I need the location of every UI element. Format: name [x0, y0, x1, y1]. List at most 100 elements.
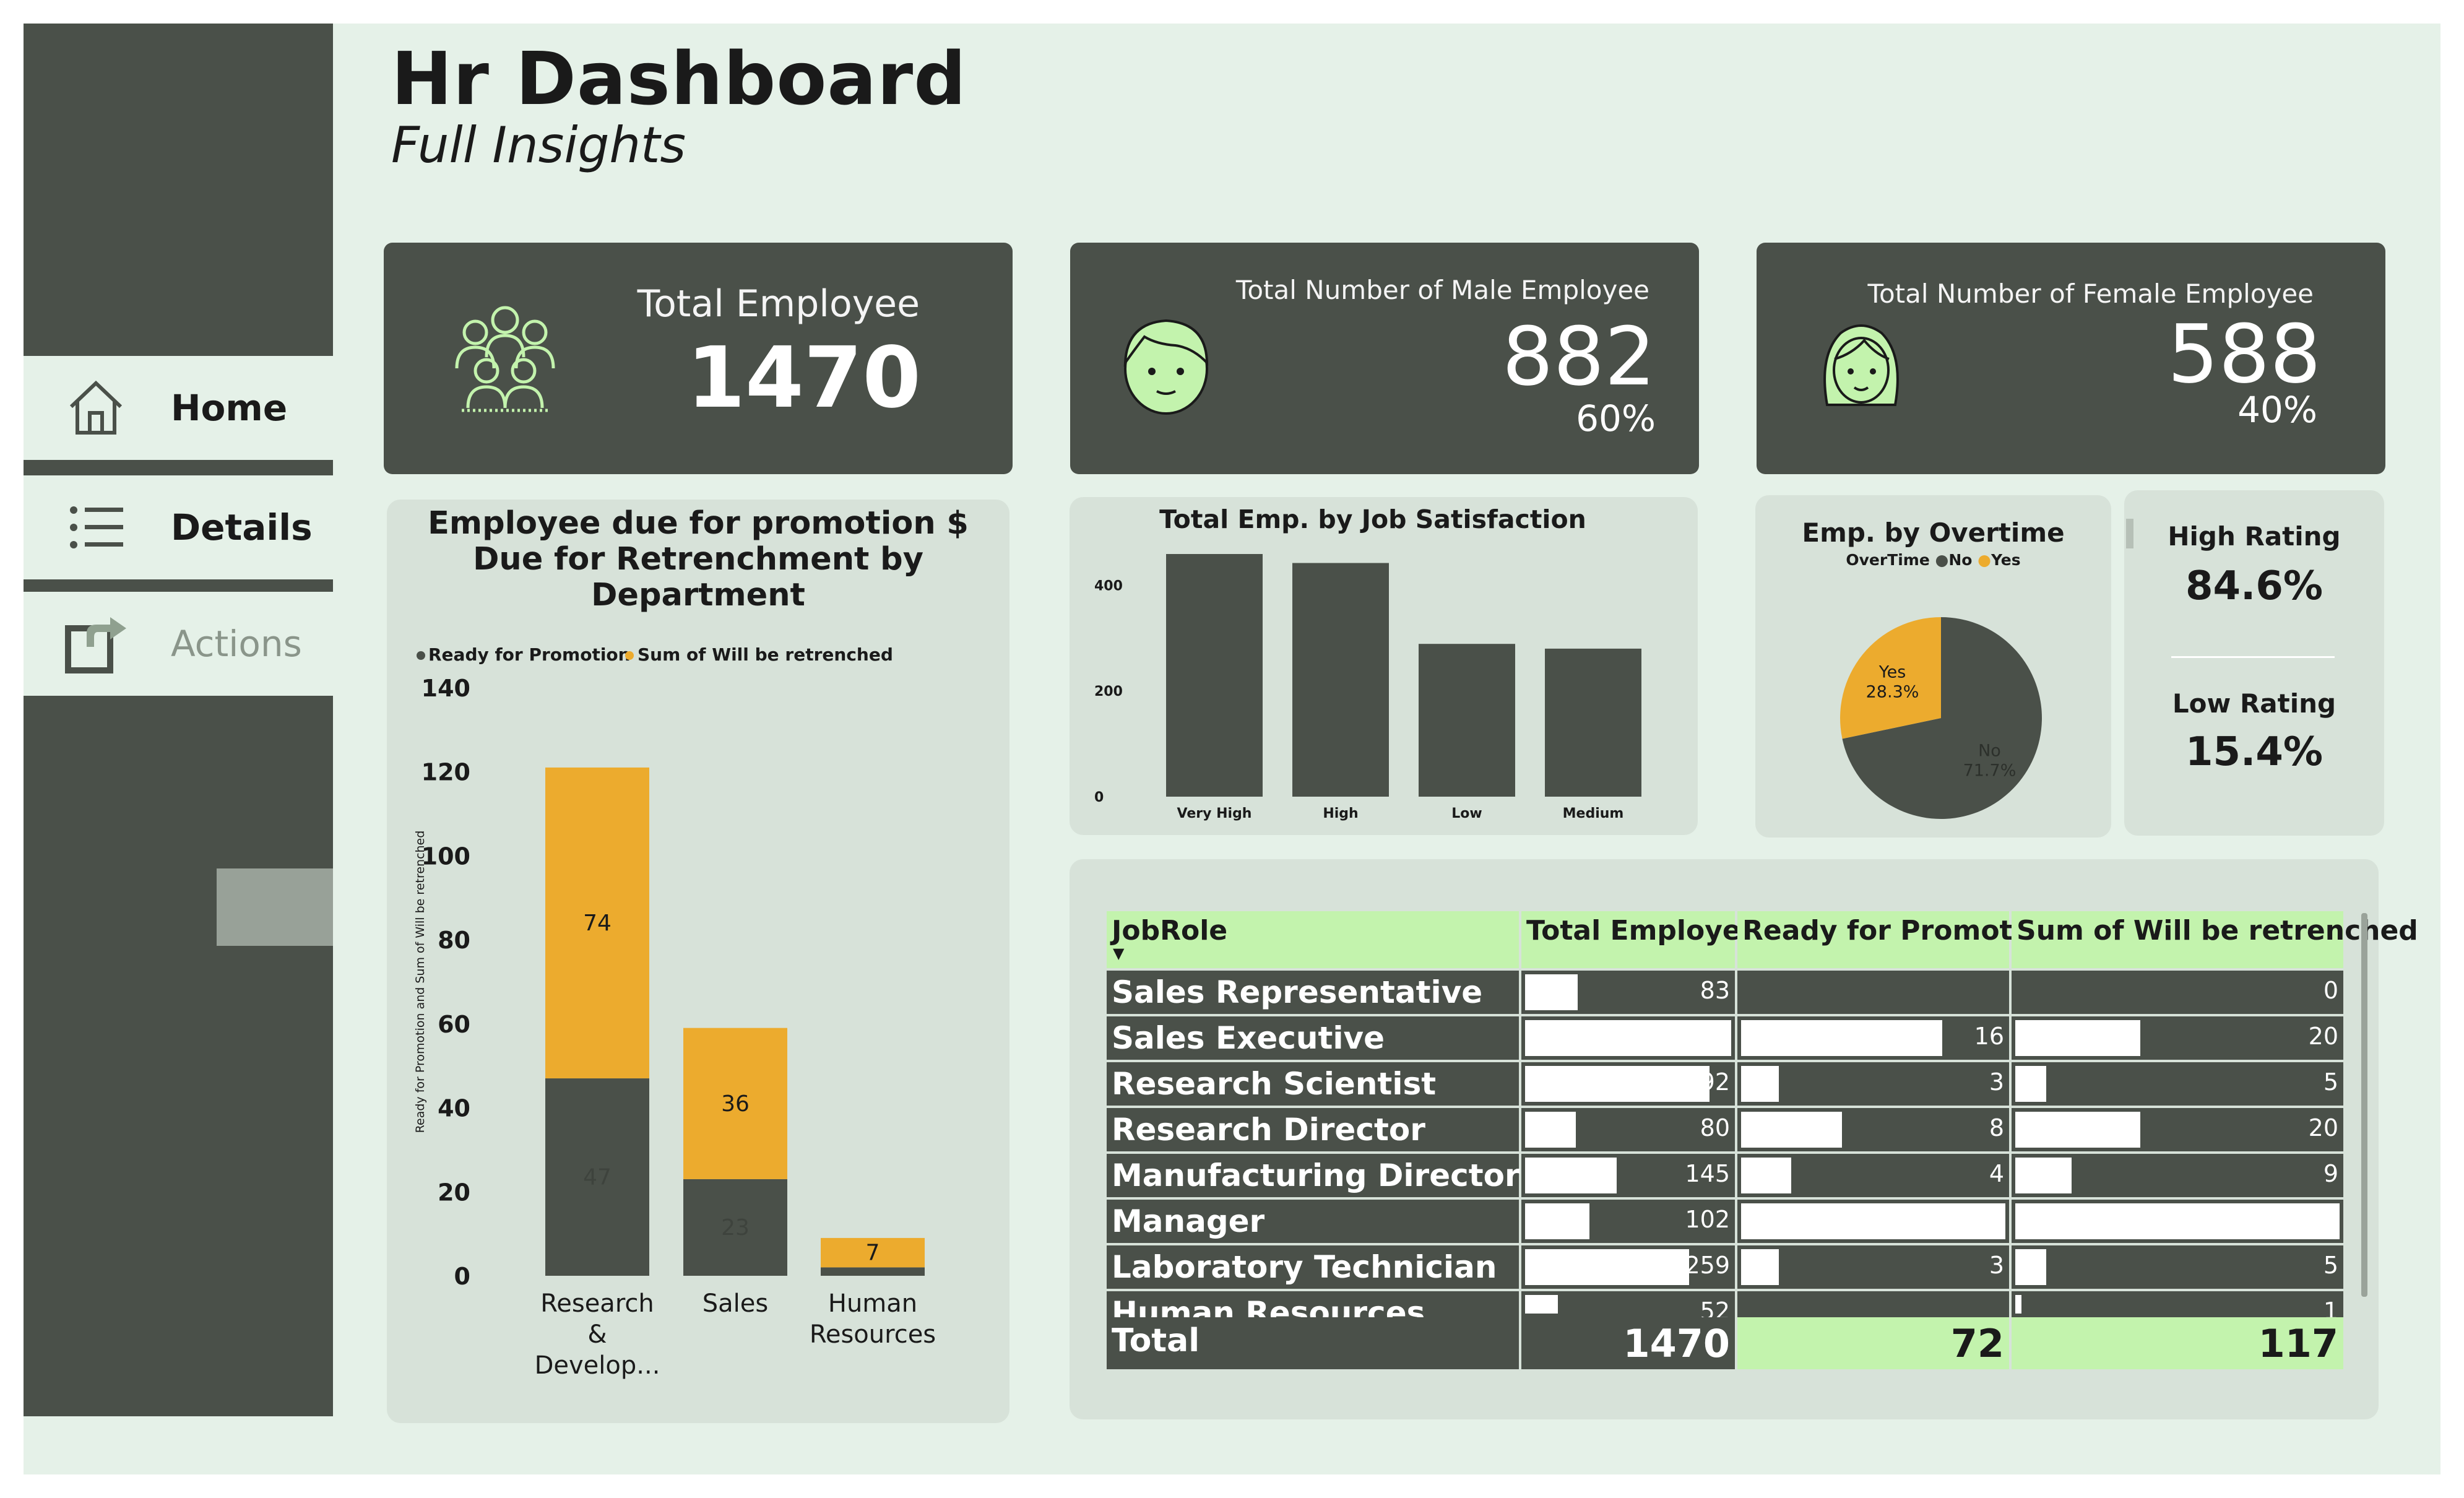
table-cell-value: 259	[1685, 1252, 1730, 1279]
table-cell	[1737, 971, 2009, 1014]
jobrole-table: JobRole Total Employees Ready for Promotio…	[1107, 911, 2418, 1406]
data-bar	[1741, 1203, 2005, 1239]
data-label-retrench: 7	[866, 1240, 880, 1266]
table-cell-value: 16	[1974, 1023, 2004, 1050]
table-cell: 3	[1737, 1245, 2009, 1289]
pie-label-value: 71.7%	[1963, 761, 2017, 781]
department-chart-card: Employee due for promotion $ Due for Ret…	[387, 500, 1009, 1423]
table-cell-value: 83	[1700, 977, 1730, 1004]
nav-details-button[interactable]: Details	[24, 475, 333, 579]
data-bar	[1525, 1158, 1617, 1193]
table-cell: 4	[1737, 1154, 2009, 1197]
data-bar	[2015, 1112, 2140, 1148]
table-cell-value: 3	[1989, 1068, 2004, 1096]
js-bar	[1419, 644, 1515, 797]
data-label-promotion: 23	[721, 1215, 750, 1240]
table-header-cell[interactable]: JobRole	[1107, 911, 1519, 968]
data-bar	[2015, 1203, 2340, 1239]
row-role-label: Sales Representative	[1112, 974, 1483, 1010]
kpi-total-label: Total Employee	[637, 282, 920, 326]
row-role-label: Sales Executive	[1112, 1020, 1385, 1056]
data-bar	[2015, 1066, 2047, 1102]
table-cell-value: 145	[1685, 1160, 1730, 1187]
category-label: Research	[540, 1289, 654, 1318]
js-bar	[1166, 554, 1263, 797]
table-cell: 5	[2012, 1062, 2343, 1106]
table-header-label: JobRole	[1112, 915, 1228, 946]
table-header-cell[interactable]: Ready for Promotion	[1737, 911, 2060, 968]
table-cell-value: 8	[1989, 1114, 2004, 1141]
table-cell: 16	[1737, 1016, 2009, 1060]
table-cell	[1521, 1016, 1735, 1060]
rating-divider	[2171, 656, 2335, 658]
nav-actions-button[interactable]: Actions	[24, 592, 333, 696]
table-cell: 83	[1521, 971, 1735, 1014]
legend-dot-promotion	[417, 651, 425, 660]
table-cell: 80	[1521, 1108, 1735, 1151]
js-bar	[1545, 648, 1641, 797]
table-cell: 259	[1521, 1245, 1735, 1289]
overtime-pie-chart: No71.7% Yes28.3%	[1840, 617, 2042, 819]
sidebar-scroll-tab[interactable]	[217, 868, 333, 946]
js-category-label: Low	[1451, 806, 1482, 821]
row-role-label: Laboratory Technician	[1112, 1249, 1497, 1285]
data-bar	[1741, 1066, 1779, 1102]
table-cell-value: 0	[2323, 977, 2338, 1004]
data-bar	[1525, 1203, 1590, 1239]
kpi-male-card: Total Number of Male Employee 882 60%	[1070, 243, 1699, 474]
table-cell: 102	[1521, 1200, 1735, 1243]
row-role-label: Research Scientist	[1112, 1066, 1437, 1102]
table-header-cell[interactable]: Total Employees	[1521, 911, 1776, 968]
table-total-cell: 117	[2012, 1317, 2343, 1369]
nav-actions-label: Actions	[171, 623, 302, 665]
table-row-role: Manufacturing Director	[1107, 1154, 1520, 1197]
group-icon	[443, 301, 567, 419]
table-cell: 1	[2012, 1291, 2343, 1325]
rating-scroll-handle[interactable]	[2126, 519, 2133, 548]
table-cell-value: 80	[1700, 1114, 1730, 1141]
data-label-retrench: 36	[721, 1091, 750, 1117]
pie-label-name: Yes	[1878, 662, 1906, 682]
nav-home-button[interactable]: Home	[24, 356, 333, 460]
kpi-male-value: 882	[1502, 310, 1656, 404]
kpi-total-card: Total Employee 1470	[384, 243, 1013, 474]
kpi-female-label: Total Number of Female Employee	[1867, 279, 2314, 309]
table-row-role: Sales Representative	[1107, 971, 1519, 1014]
table-cell: 0	[2012, 971, 2343, 1014]
kpi-male-label: Total Number of Male Employee	[1235, 275, 1649, 305]
kpi-total-value: 1470	[686, 329, 921, 427]
table-cell-value: 102	[1685, 1206, 1730, 1233]
data-bar	[2015, 1020, 2140, 1056]
page-subtitle: Full Insights	[391, 116, 686, 174]
rating-card: High Rating 84.6% Low Rating 15.4%	[2124, 490, 2384, 836]
js-category-label: Medium	[1563, 806, 1624, 821]
table-cell-value: 3	[1989, 1252, 2004, 1279]
table-total-value: 72	[1950, 1321, 2004, 1366]
job-satisfaction-chart: 400 200 0 Very High High Low Medium	[1094, 554, 1641, 821]
y-tick-label: 60	[438, 1011, 470, 1038]
table-total-value: 1470	[1623, 1321, 1730, 1366]
overtime-card: Emp. by Overtime OverTime ●No ●Yes No 71.…	[1755, 495, 2111, 838]
high-rating-value: 84.6%	[2185, 563, 2324, 609]
js-y-tick: 200	[1094, 684, 1123, 699]
table-row-role: Research Director	[1107, 1108, 1519, 1151]
js-category-label: High	[1323, 806, 1358, 821]
table-scrollbar[interactable]	[2361, 913, 2367, 1297]
table-cell-value: 20	[2308, 1114, 2338, 1141]
table-cell: 92	[1521, 1062, 1735, 1106]
y-tick-label: 140	[421, 675, 470, 702]
bar-promotion	[821, 1267, 925, 1276]
nav-home-label: Home	[171, 387, 288, 429]
sort-down-icon[interactable]: ▼	[1113, 945, 1124, 962]
data-bar	[1525, 1020, 1731, 1056]
table-header-cell[interactable]: Sum of Will be retrenched	[2012, 911, 2418, 968]
y-tick-label: 40	[438, 1095, 470, 1122]
kpi-female-card: Total Number of Female Employee 588 40%	[1757, 243, 2385, 474]
table-cell: 9	[2012, 1154, 2343, 1197]
department-chart: Ready for Promotion Sum of Will be retren…	[413, 644, 936, 1380]
kpi-female-value: 588	[2167, 307, 2321, 401]
table-total-value: 117	[2258, 1321, 2338, 1366]
table-row-role: Human Resources	[1107, 1291, 1519, 1331]
data-bar	[1741, 1020, 1943, 1056]
table-row-role: Sales Executive	[1107, 1016, 1519, 1060]
